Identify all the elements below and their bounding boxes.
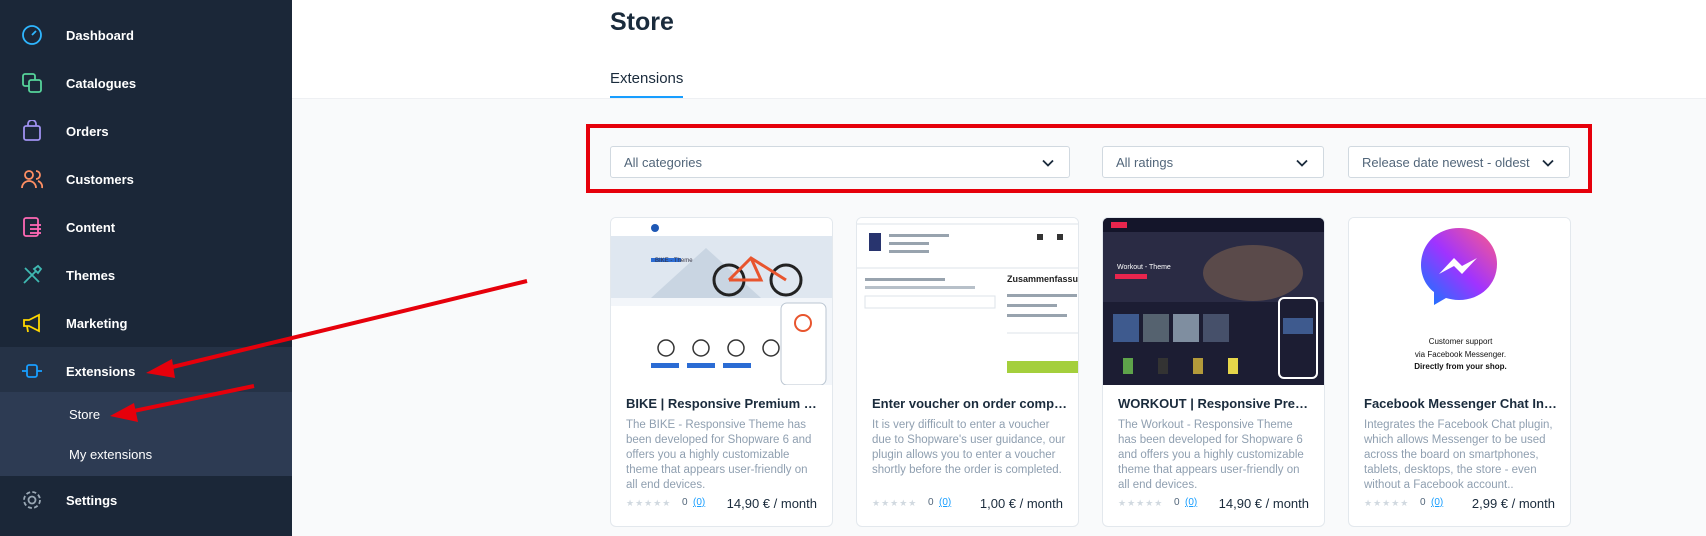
sidebar-subitem-my-extensions[interactable]: My extensions <box>69 447 152 462</box>
card-price: 14,90 € / month <box>726 496 817 511</box>
rating-select[interactable]: All ratings <box>1102 146 1324 178</box>
rating-link[interactable]: (0) <box>1431 497 1443 508</box>
rating-count: 0 <box>928 497 934 508</box>
category-select-value: All categories <box>624 154 703 170</box>
card-description: Integrates the Facebook Chat plugin, whi… <box>1364 419 1553 491</box>
category-select[interactable]: All categories <box>610 146 1070 178</box>
extension-card-facebook-messenger[interactable]: Customer support via Facebook Messenger.… <box>1348 217 1571 527</box>
sidebar-item-orders[interactable]: Orders <box>0 107 292 155</box>
thumbnail-caption: Workout - Theme <box>1117 264 1171 271</box>
rating-count: 0 <box>682 497 688 508</box>
sidebar-subitem-store[interactable]: Store <box>69 407 100 422</box>
extension-thumbnail: Zusammenfassung <box>857 218 1079 385</box>
chevron-down-icon <box>1041 156 1055 170</box>
sidebar-item-label: Catalogues <box>66 75 137 91</box>
sidebar-item-label: Content <box>66 219 116 235</box>
thumbnail-caption: Zusammenfassung <box>1007 274 1079 284</box>
chevron-down-icon <box>1541 156 1555 170</box>
sidebar-item-label: Customers <box>66 171 134 187</box>
thumbnail-caption: BIKE - Theme <box>655 258 693 264</box>
sort-select[interactable]: Release date newest - oldest <box>1348 146 1570 178</box>
sidebar-item-dashboard[interactable]: Dashboard <box>0 11 292 59</box>
card-description: The BIKE - Responsive Theme has been dev… <box>626 419 812 491</box>
rating-stars: ★★★★★ <box>1118 498 1164 508</box>
card-description: The Workout - Responsive Theme has been … <box>1118 419 1304 491</box>
thumbnail-caption: via Facebook Messenger. <box>1414 350 1507 359</box>
sidebar-item-label: Extensions <box>66 363 136 379</box>
thumbnail-caption: Customer support <box>1428 337 1493 346</box>
paint-brush-icon <box>20 263 44 287</box>
thumbnail-caption: Directly from your shop. <box>1414 362 1507 371</box>
gear-icon <box>20 488 44 512</box>
card-price: 1,00 € / month <box>979 496 1063 511</box>
sidebar-item-label: Orders <box>66 123 109 139</box>
card-title: WORKOUT | Responsive Premium Theme <box>1118 396 1314 411</box>
sort-select-value: Release date newest - oldest <box>1362 154 1530 170</box>
page-header: Store Extensions <box>292 0 1706 99</box>
plug-icon <box>20 359 44 383</box>
tab-extensions[interactable]: Extensions <box>610 70 684 98</box>
content-list-icon <box>20 215 44 239</box>
sidebar-item-customers[interactable]: Customers <box>0 155 292 203</box>
rating-stars: ★★★★★ <box>1364 498 1410 508</box>
megaphone-icon <box>20 311 44 335</box>
rating-link[interactable]: (0) <box>693 497 705 508</box>
messenger-logo-icon <box>1421 228 1497 305</box>
sidebar-item-label: Themes <box>66 267 116 283</box>
sidebar: Dashboard Catalogues Orders Customers Co… <box>0 0 292 536</box>
main-content: Store Extensions All categories All rati… <box>292 0 1706 536</box>
chevron-down-icon <box>1295 156 1309 170</box>
extension-thumbnail: BIKE - Theme <box>611 218 832 385</box>
extensions-submenu: Store My extensions <box>0 392 292 476</box>
users-icon <box>20 167 44 191</box>
card-description: It is very difficult to enter a voucher … <box>872 419 1066 476</box>
sidebar-item-label: Marketing <box>66 315 128 331</box>
rating-stars: ★★★★★ <box>626 498 672 508</box>
rating-link[interactable]: (0) <box>939 497 951 508</box>
card-title: Enter voucher on order completion <box>872 396 1068 411</box>
rating-select-value: All ratings <box>1116 154 1174 170</box>
shopping-bag-icon <box>20 119 44 143</box>
rating-stars: ★★★★★ <box>872 498 918 508</box>
sidebar-item-extensions[interactable]: Extensions <box>0 347 292 395</box>
page-title: Store <box>610 8 674 36</box>
sidebar-item-catalogues[interactable]: Catalogues <box>0 59 292 107</box>
gauge-icon <box>20 23 44 47</box>
extension-thumbnail: Customer support via Facebook Messenger.… <box>1349 218 1570 385</box>
sidebar-item-settings[interactable]: Settings <box>0 476 292 524</box>
rating-link[interactable]: (0) <box>1185 497 1197 508</box>
sidebar-item-label: Dashboard <box>66 27 134 43</box>
extension-card-voucher[interactable]: Zusammenfassung Enter voucher on order c… <box>856 217 1079 527</box>
card-title: Facebook Messenger Chat Integration <box>1364 396 1560 411</box>
sidebar-item-label: Settings <box>66 492 118 508</box>
card-price: 2,99 € / month <box>1471 496 1555 511</box>
extension-thumbnail: Workout - Theme <box>1103 218 1324 385</box>
rating-count: 0 <box>1420 497 1426 508</box>
sidebar-item-themes[interactable]: Themes <box>0 251 292 299</box>
extension-card-workout[interactable]: Workout - Theme WORKOUT | Responsive Pre… <box>1102 217 1325 527</box>
sidebar-item-marketing[interactable]: Marketing <box>0 299 292 347</box>
extension-card-bike[interactable]: BIKE - Theme BIKE | Responsive Premium T… <box>610 217 833 527</box>
rating-count: 0 <box>1174 497 1180 508</box>
card-price: 14,90 € / month <box>1218 496 1309 511</box>
card-title: BIKE | Responsive Premium Theme <box>626 396 822 411</box>
sidebar-item-content[interactable]: Content <box>0 203 292 251</box>
catalogue-icon <box>20 71 44 95</box>
